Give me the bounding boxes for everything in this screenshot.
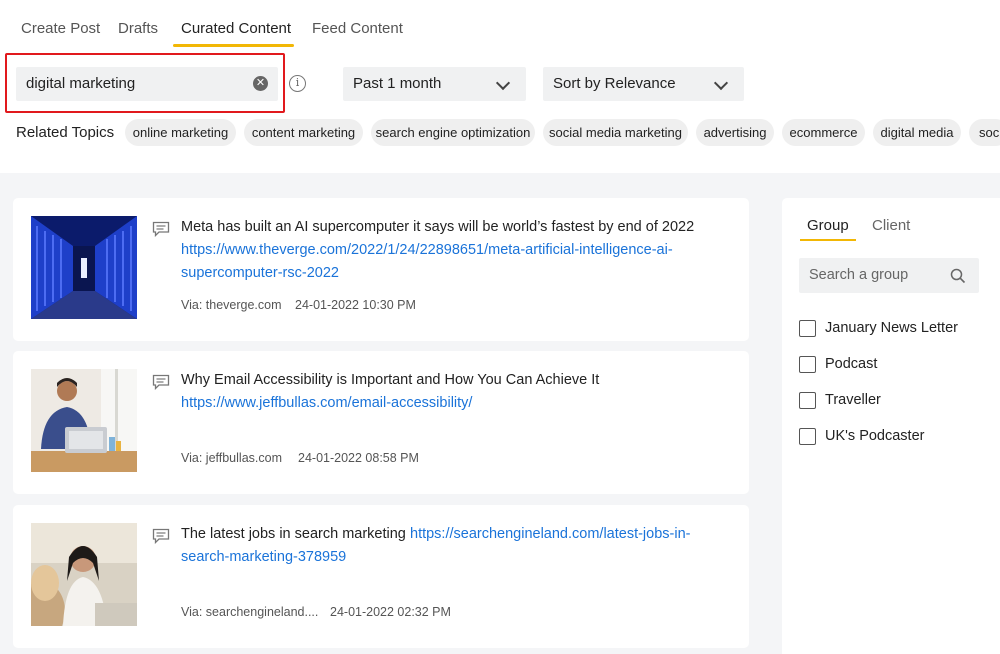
- article-thumbnail: [31, 216, 137, 319]
- comment-icon[interactable]: [152, 374, 170, 390]
- chevron-down-icon: [713, 75, 729, 91]
- search-input[interactable]: digital marketing ✕: [16, 67, 278, 101]
- topic-chip[interactable]: digital media: [873, 119, 961, 146]
- article-link[interactable]: https://www.theverge.com/2022/1/24/22898…: [181, 239, 673, 262]
- sort-value: Sort by Relevance: [553, 75, 676, 92]
- search-input-value: digital marketing: [26, 75, 136, 92]
- group-search-input[interactable]: Search a group: [799, 258, 979, 293]
- article-source: Via: theverge.com: [181, 298, 282, 312]
- active-tab-indicator: [173, 44, 294, 47]
- article-date: 24-01-2022 02:32 PM: [330, 605, 451, 619]
- comment-icon[interactable]: [152, 221, 170, 237]
- tab-client[interactable]: Client: [872, 217, 910, 234]
- chevron-down-icon: [495, 75, 511, 91]
- checkbox[interactable]: [799, 392, 816, 409]
- article-title[interactable]: Why Email Accessibility is Important and…: [181, 369, 599, 392]
- topic-chip[interactable]: search engine optimization: [371, 119, 535, 146]
- article-card[interactable]: Why Email Accessibility is Important and…: [13, 351, 749, 494]
- search-icon[interactable]: [950, 268, 966, 284]
- topic-chip[interactable]: online marketing: [125, 119, 236, 146]
- active-side-tab-indicator: [800, 239, 856, 241]
- article-title[interactable]: Meta has built an AI supercomputer it sa…: [181, 216, 694, 239]
- time-range-dropdown[interactable]: Past 1 month: [343, 67, 526, 101]
- top-tabs: Create Post Drafts Curated Content Feed …: [0, 0, 1000, 48]
- topic-chip[interactable]: advertising: [696, 119, 774, 146]
- topic-chip[interactable]: content marketing: [244, 119, 363, 146]
- topic-chip[interactable]: ecommerce: [782, 119, 865, 146]
- tab-group[interactable]: Group: [807, 217, 849, 234]
- time-range-value: Past 1 month: [353, 75, 442, 92]
- article-title[interactable]: The latest jobs in search marketing: [181, 523, 406, 546]
- tab-drafts[interactable]: Drafts: [118, 20, 158, 37]
- article-card[interactable]: The latest jobs in search marketing http…: [13, 505, 749, 648]
- checkbox[interactable]: [799, 428, 816, 445]
- tab-feed-content[interactable]: Feed Content: [312, 20, 403, 37]
- group-side-panel: Group Client Search a group January News…: [782, 198, 1000, 654]
- group-search-placeholder: Search a group: [809, 267, 909, 283]
- info-icon[interactable]: i: [289, 75, 306, 92]
- article-link[interactable]: https://searchengineland.com/latest-jobs…: [410, 523, 690, 546]
- topic-chip[interactable]: soci: [969, 119, 1000, 146]
- group-label: Traveller: [825, 392, 881, 408]
- article-link[interactable]: https://www.jeffbullas.com/email-accessi…: [181, 392, 472, 415]
- article-source: Via: jeffbullas.com: [181, 451, 282, 465]
- article-link[interactable]: supercomputer-rsc-2022: [181, 262, 339, 285]
- article-source: Via: searchengineland....: [181, 605, 319, 619]
- article-date: 24-01-2022 10:30 PM: [295, 298, 416, 312]
- article-link[interactable]: search-marketing-378959: [181, 546, 346, 569]
- topic-chip[interactable]: social media marketing: [543, 119, 688, 146]
- tab-create-post[interactable]: Create Post: [21, 20, 100, 37]
- article-thumbnail: [31, 369, 137, 472]
- article-card[interactable]: Meta has built an AI supercomputer it sa…: [13, 198, 749, 341]
- tab-curated-content[interactable]: Curated Content: [181, 20, 291, 37]
- group-label: January News Letter: [825, 320, 958, 336]
- article-date: 24-01-2022 08:58 PM: [298, 451, 419, 465]
- group-label: UK's Podcaster: [825, 428, 925, 444]
- article-thumbnail: [31, 523, 137, 626]
- group-label: Podcast: [825, 356, 878, 372]
- related-topics-label: Related Topics: [16, 124, 115, 141]
- sort-dropdown[interactable]: Sort by Relevance: [543, 67, 744, 101]
- clear-search-icon[interactable]: ✕: [253, 76, 268, 91]
- checkbox[interactable]: [799, 320, 816, 337]
- comment-icon[interactable]: [152, 528, 170, 544]
- checkbox[interactable]: [799, 356, 816, 373]
